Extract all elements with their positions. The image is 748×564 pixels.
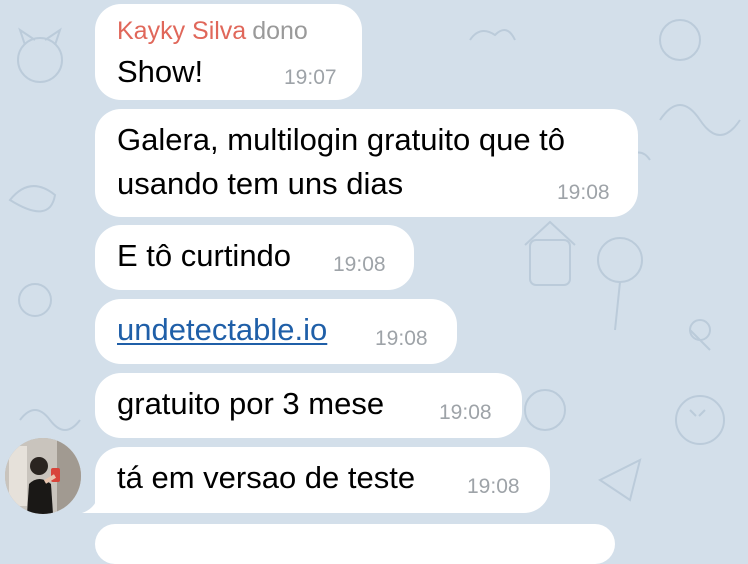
message-time: 19:07 (284, 66, 337, 89)
message-bubble[interactable]: Kayky Silva dono Show! 19:07 (95, 4, 362, 100)
message-text-line-2: usando tem uns dias (117, 166, 404, 201)
message-text: tá em versao de teste (117, 460, 416, 495)
message-link[interactable]: undetectable.io (117, 308, 327, 352)
sender-role-badge: dono (252, 17, 308, 45)
message-time: 19:08 (557, 181, 610, 204)
message-text: E tô curtindo (117, 238, 292, 273)
sender-line: Kayky Silva dono (117, 16, 308, 46)
message-bubble[interactable]: tá em versao de teste 19:08 (95, 447, 550, 513)
message-time: 19:08 (375, 327, 428, 350)
user-avatar[interactable] (5, 438, 81, 514)
avatar-photo-icon (5, 438, 81, 514)
message-bubble[interactable]: E tô curtindo 19:08 (95, 225, 414, 290)
message-bubble[interactable]: undetectable.io 19:08 (95, 299, 457, 364)
message-bubble[interactable]: Galera, multilogin gratuito que tô usand… (95, 109, 638, 217)
message-time: 19:08 (333, 253, 386, 276)
chat-area: Kayky Silva dono Show! 19:07 Galera, mult… (0, 0, 748, 564)
message-text: Show! (117, 54, 204, 89)
message-time: 19:08 (467, 475, 520, 498)
message-bubble-partial[interactable] (95, 524, 615, 564)
message-bubble[interactable]: gratuito por 3 mese 19:08 (95, 373, 522, 438)
message-time: 19:08 (439, 401, 492, 424)
message-text: gratuito por 3 mese (117, 386, 385, 421)
message-text-line-1: Galera, multilogin gratuito que tô (117, 122, 566, 157)
sender-name[interactable]: Kayky Silva (117, 17, 246, 45)
